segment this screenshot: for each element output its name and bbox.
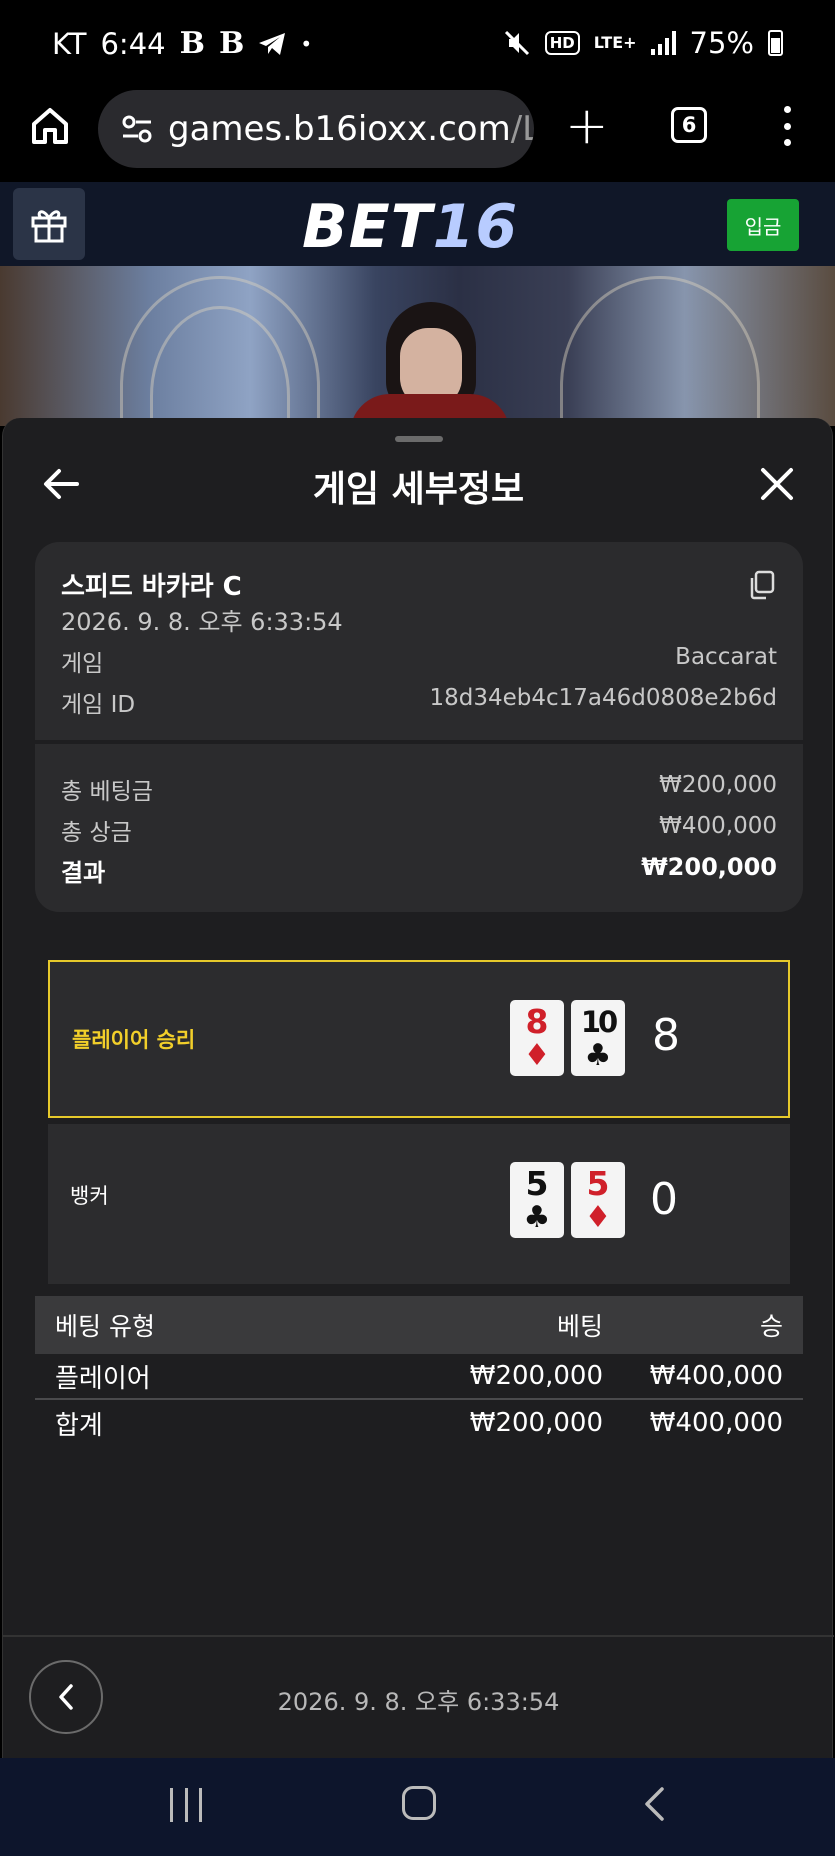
- game-type-label: 게임: [61, 651, 104, 677]
- table-cell: 합계: [55, 1410, 103, 1441]
- banker-label: 뱅커: [70, 1184, 109, 1208]
- new-tab-icon[interactable]: +: [565, 100, 609, 152]
- site-settings-icon[interactable]: [120, 112, 154, 146]
- diamond-icon: ♦: [523, 1038, 551, 1073]
- clock: 6:44: [100, 26, 166, 61]
- status-left: KT 6:44 B B •: [52, 26, 312, 61]
- result-value: ₩200,000: [641, 853, 777, 881]
- game-name: 스피드 바카라 C: [61, 572, 242, 602]
- card-rank: 5: [586, 1164, 610, 1203]
- player-score: 8: [652, 1010, 680, 1061]
- col-bet-type: 베팅 유형: [55, 1312, 155, 1341]
- table-cell: ₩200,000: [469, 1361, 603, 1391]
- card-rank: 10: [580, 1005, 618, 1039]
- url-path: /La: [510, 109, 534, 149]
- url-text: games.b16ioxx.com/La: [168, 109, 534, 149]
- system-home-icon[interactable]: [402, 1786, 436, 1820]
- signal-icon: [650, 31, 676, 55]
- total-win-label: 총 상금: [61, 820, 132, 846]
- table-row-total: 합계 ₩200,000 ₩400,000: [35, 1400, 803, 1446]
- playing-card: 8 ♦: [510, 1000, 564, 1076]
- game-info-card: 스피드 바카라 C 2026. 9. 8. 오후 6:33:54 게임 Bacc…: [35, 542, 803, 912]
- player-win-label: 플레이어 승리: [72, 1028, 196, 1052]
- bet16-logo[interactable]: BET16: [302, 192, 518, 262]
- total-bet-label: 총 베팅금: [61, 779, 153, 805]
- logo-text-b: 16: [432, 192, 519, 262]
- sheet-title: 게임 세부정보: [312, 469, 525, 510]
- tab-switcher-button[interactable]: 6: [671, 107, 707, 143]
- recents-icon[interactable]: [170, 1788, 202, 1822]
- more-menu-icon[interactable]: [782, 106, 792, 146]
- bet-table-header: 베팅 유형 베팅 승: [35, 1296, 803, 1354]
- deposit-button[interactable]: 입금: [727, 199, 799, 251]
- system-back-icon[interactable]: [642, 1786, 668, 1822]
- table-cell: ₩400,000: [649, 1361, 783, 1391]
- total-bet-value: ₩200,000: [659, 772, 777, 798]
- game-id-label: 게임 ID: [61, 692, 136, 718]
- bet-table: 베팅 유형 베팅 승 플레이어 ₩200,000 ₩400,000 합계 ₩20…: [35, 1296, 803, 1446]
- game-id-row: 게임 ID 18d34eb4c17a46d0808e2b6d: [61, 685, 777, 719]
- table-row: 플레이어 ₩200,000 ₩400,000: [35, 1354, 803, 1400]
- game-datetime: 2026. 9. 8. 오후 6:33:54: [61, 608, 343, 636]
- card-rank: 5: [525, 1164, 549, 1203]
- copy-icon[interactable]: [747, 570, 775, 600]
- lte-indicator: LTE+: [593, 33, 637, 52]
- footer-divider: [3, 1635, 834, 1637]
- banker-hand: 뱅커 5 ♣ 5 ♦ 0: [48, 1124, 790, 1284]
- playing-card: 10 ♣: [571, 1000, 625, 1076]
- table-cell: ₩200,000: [469, 1408, 603, 1438]
- game-type-row: 게임 Baccarat: [61, 644, 777, 678]
- game-details-sheet: 게임 세부정보 스피드 바카라 C 2026. 9. 8. 오후 6:33:54…: [2, 418, 834, 1758]
- total-win-row: 총 상금 ₩400,000: [61, 813, 777, 847]
- mute-icon: [504, 30, 529, 56]
- club-icon: ♣: [584, 1038, 612, 1073]
- col-bet: 베팅: [556, 1312, 603, 1341]
- diamond-icon: ♦: [584, 1200, 612, 1235]
- game-type-value: Baccarat: [675, 644, 777, 670]
- card-rank: 8: [525, 1002, 549, 1041]
- url-host: games.b16ioxx.com: [168, 109, 511, 149]
- address-bar[interactable]: games.b16ioxx.com/La: [98, 90, 534, 168]
- status-bar: KT 6:44 B B • HD LTE+ 75%: [0, 0, 835, 90]
- close-icon[interactable]: [757, 464, 797, 504]
- drag-handle[interactable]: [395, 436, 443, 442]
- playing-card: 5 ♦: [571, 1162, 625, 1238]
- home-icon[interactable]: [28, 104, 72, 148]
- background-arch-right: [560, 276, 760, 426]
- logo-text-a: BET: [302, 192, 433, 262]
- playing-card: 5 ♣: [510, 1162, 564, 1238]
- club-icon: ♣: [523, 1200, 551, 1235]
- player-hand: 플레이어 승리 8 ♦ 10 ♣ 8: [48, 960, 790, 1118]
- tab-count: 6: [681, 113, 697, 137]
- b-app-icon: B: [179, 26, 205, 61]
- baccarat-result-panel: 플레이어 승리 8 ♦ 10 ♣ 8 뱅커 5 ♣ 5 ♦ 0: [48, 960, 790, 1286]
- table-cell: 플레이어: [55, 1363, 151, 1394]
- card-divider: [35, 740, 803, 744]
- table-cell: ₩400,000: [649, 1408, 783, 1438]
- gift-button[interactable]: [13, 188, 85, 260]
- total-bet-row: 총 베팅금 ₩200,000: [61, 772, 777, 806]
- b-app-icon-2: B: [218, 26, 245, 61]
- system-nav-bar: [0, 1758, 835, 1856]
- gift-icon: [31, 210, 67, 243]
- footer-datetime: 2026. 9. 8. 오후 6:33:54: [277, 1688, 560, 1716]
- battery-icon: [768, 30, 783, 56]
- hd-badge: HD: [544, 31, 580, 55]
- site-header: BET16 입금: [0, 182, 835, 266]
- battery-percent: 75%: [689, 26, 754, 60]
- dot-icon: •: [300, 31, 313, 56]
- col-win: 승: [759, 1312, 783, 1341]
- carrier-label: KT: [52, 26, 87, 61]
- banker-score: 0: [650, 1174, 678, 1225]
- live-video-stream: [0, 266, 835, 426]
- result-row: 결과 ₩200,000: [61, 853, 777, 888]
- total-win-value: ₩400,000: [659, 813, 777, 839]
- status-right: HD LTE+ 75%: [503, 26, 783, 60]
- browser-toolbar: games.b16ioxx.com/La + 6: [0, 90, 835, 182]
- result-label: 결과: [61, 859, 106, 887]
- telegram-icon: [259, 32, 286, 55]
- game-id-value: 18d34eb4c17a46d0808e2b6d: [429, 685, 777, 711]
